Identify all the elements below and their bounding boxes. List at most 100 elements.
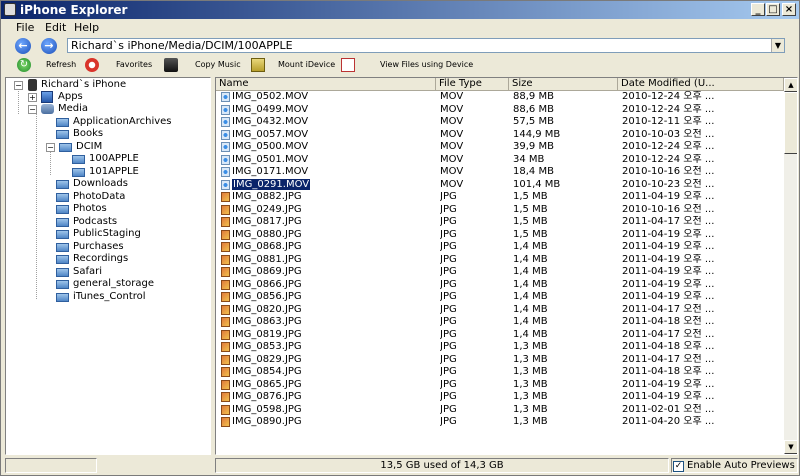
file-size: 144,9 MB bbox=[513, 128, 561, 140]
table-row[interactable]: IMG_0853.JPG JPG 1,3 MB 2011-04-18 오후 ... bbox=[216, 341, 784, 354]
scroll-thumb[interactable] bbox=[784, 92, 797, 154]
table-row[interactable]: IMG_0829.JPG JPG 1,3 MB 2011-04-17 오전 ... bbox=[216, 354, 784, 367]
table-row[interactable]: IMG_0171.MOV MOV 18,4 MB 2010-10-16 오전 ... bbox=[216, 166, 784, 179]
back-arrow-icon[interactable]: ← bbox=[15, 38, 31, 54]
menu-help[interactable]: Help bbox=[74, 21, 99, 34]
file-name: IMG_0829.JPG bbox=[232, 354, 432, 366]
view-files-label: View Files using Device bbox=[380, 60, 474, 69]
column-header-name[interactable]: Name bbox=[216, 78, 436, 91]
table-row[interactable]: IMG_0868.JPG JPG 1,4 MB 2011-04-19 오후 ... bbox=[216, 241, 784, 254]
tree-label-root: Richard`s iPhone bbox=[41, 79, 127, 90]
file-size: 101,4 MB bbox=[513, 178, 561, 190]
expand-icon[interactable]: + bbox=[28, 93, 37, 102]
tree-label: Safari bbox=[73, 266, 103, 277]
file-name: IMG_0171.MOV bbox=[232, 166, 432, 178]
file-size: 1,4 MB bbox=[513, 266, 548, 277]
table-row[interactable]: IMG_0863.JPG JPG 1,4 MB 2011-04-18 오전 ... bbox=[216, 316, 784, 329]
table-row[interactable]: IMG_0499.MOV MOV 88,6 MB 2010-12-24 오후 ... bbox=[216, 104, 784, 117]
table-row[interactable]: IMG_0890.JPG JPG 1,3 MB 2011-04-20 오후 ... bbox=[216, 416, 784, 429]
tree-label: general_storage bbox=[73, 278, 154, 289]
maximize-button[interactable]: □ bbox=[766, 3, 780, 16]
column-header-type[interactable]: File Type bbox=[436, 78, 509, 91]
file-size: 1,4 MB bbox=[513, 278, 548, 290]
table-row[interactable]: IMG_0866.JPG JPG 1,4 MB 2011-04-19 오후 ... bbox=[216, 279, 784, 292]
file-date: 2010-12-24 오후 ... bbox=[622, 91, 715, 102]
file-size: 1,4 MB bbox=[513, 291, 548, 302]
collapse-icon[interactable]: − bbox=[46, 143, 55, 152]
table-row[interactable]: IMG_0819.JPG JPG 1,4 MB 2011-04-17 오전 ... bbox=[216, 329, 784, 342]
table-row[interactable]: IMG_0432.MOV MOV 57,5 MB 2010-12-11 오후 ... bbox=[216, 116, 784, 129]
folder-icon bbox=[56, 243, 69, 252]
file-name-text: IMG_0868.JPG bbox=[232, 241, 302, 252]
file-list: Name File Type Size Date Modified (U... … bbox=[215, 77, 798, 455]
table-row[interactable]: IMG_0876.JPG JPG 1,3 MB 2011-04-19 오후 ... bbox=[216, 391, 784, 404]
file-size: 1,4 MB bbox=[513, 253, 548, 265]
auto-preview-checkbox[interactable]: ✓ bbox=[673, 461, 684, 472]
file-type: JPG bbox=[440, 378, 457, 390]
file-size: 1,5 MB bbox=[513, 203, 548, 215]
tree-line bbox=[50, 150, 51, 175]
image-file-icon bbox=[221, 242, 230, 252]
table-row[interactable]: IMG_0854.JPG JPG 1,3 MB 2011-04-18 오후 ... bbox=[216, 366, 784, 379]
collapse-icon[interactable]: − bbox=[28, 105, 37, 114]
copy-music-button[interactable]: Copy Music bbox=[164, 56, 244, 74]
table-row[interactable]: IMG_0880.JPG JPG 1,5 MB 2011-04-19 오후 ... bbox=[216, 229, 784, 242]
tree-label: ApplicationArchives bbox=[73, 116, 172, 127]
file-name: IMG_0865.JPG bbox=[232, 379, 432, 391]
column-header-size[interactable]: Size bbox=[509, 78, 618, 91]
table-row[interactable]: IMG_0882.JPG JPG 1,5 MB 2011-04-19 오후 ... bbox=[216, 191, 784, 204]
file-date: 2011-02-01 오전 ... bbox=[622, 403, 715, 415]
file-date: 2011-04-19 오후 ... bbox=[622, 228, 715, 240]
video-file-icon bbox=[221, 142, 230, 152]
menu-edit[interactable]: Edit bbox=[45, 21, 66, 34]
favorites-button[interactable]: Favorites bbox=[85, 56, 153, 74]
close-button[interactable]: × bbox=[782, 3, 796, 16]
table-row[interactable]: IMG_0856.JPG JPG 1,4 MB 2011-04-19 오후 ... bbox=[216, 291, 784, 304]
table-row[interactable]: IMG_0869.JPG JPG 1,4 MB 2011-04-19 오후 ... bbox=[216, 266, 784, 279]
title-bar[interactable]: iPhone Explorer _ □ × bbox=[1, 1, 799, 19]
table-row[interactable]: IMG_0598.JPG JPG 1,3 MB 2011-02-01 오전 ... bbox=[216, 404, 784, 417]
collapse-icon[interactable]: − bbox=[14, 81, 23, 90]
column-header-date[interactable]: Date Modified (U... bbox=[618, 78, 784, 91]
file-name-text: IMG_0291.MOV bbox=[232, 178, 311, 190]
chevron-down-icon[interactable]: ▼ bbox=[771, 39, 784, 52]
table-row[interactable]: IMG_0249.JPG JPG 1,5 MB 2010-10-16 오전 ... bbox=[216, 204, 784, 217]
tree-label: PhotoData bbox=[73, 191, 126, 202]
iphone-icon bbox=[28, 79, 37, 91]
tree-label: Downloads bbox=[73, 178, 128, 189]
file-name: IMG_0057.MOV bbox=[232, 129, 432, 141]
table-row[interactable]: IMG_0057.MOV MOV 144,9 MB 2010-10-03 오전 ... bbox=[216, 129, 784, 142]
file-size: 1,4 MB bbox=[513, 241, 548, 252]
forward-arrow-icon[interactable]: → bbox=[41, 38, 57, 54]
view-files-button[interactable]: View Files using Device bbox=[341, 56, 474, 74]
table-row[interactable]: IMG_0500.MOV MOV 39,9 MB 2010-12-24 오후 ... bbox=[216, 141, 784, 154]
table-row[interactable]: IMG_0820.JPG JPG 1,4 MB 2011-04-17 오전 ... bbox=[216, 304, 784, 317]
table-row[interactable]: IMG_0501.MOV MOV 34 MB 2010-12-24 오후 ... bbox=[216, 154, 784, 167]
table-row[interactable]: IMG_0865.JPG JPG 1,3 MB 2011-04-19 오후 ... bbox=[216, 379, 784, 392]
scroll-down-icon[interactable]: ▼ bbox=[784, 440, 797, 454]
table-row[interactable]: IMG_0817.JPG JPG 1,5 MB 2011-04-17 오전 ... bbox=[216, 216, 784, 229]
scroll-up-icon[interactable]: ▲ bbox=[784, 78, 797, 92]
file-name-text: IMG_0057.MOV bbox=[232, 128, 309, 140]
table-row[interactable]: IMG_0291.MOV MOV 101,4 MB 2010-10-23 오전 ... bbox=[216, 178, 784, 192]
file-size: 39,9 MB bbox=[513, 141, 554, 152]
table-row[interactable]: IMG_0502.MOV MOV 88,9 MB 2010-12-24 오후 ... bbox=[216, 91, 784, 104]
path-input[interactable]: Richard`s iPhone/Media/DCIM/100APPLE ▼ bbox=[67, 38, 785, 53]
refresh-button[interactable]: ↻ Refresh bbox=[17, 56, 77, 74]
file-type: JPG bbox=[440, 328, 457, 340]
window-title: iPhone Explorer bbox=[20, 3, 128, 17]
folder-icon bbox=[56, 193, 69, 202]
minimize-button[interactable]: _ bbox=[751, 3, 765, 16]
file-name-text: IMG_0171.MOV bbox=[232, 166, 309, 177]
file-type: JPG bbox=[440, 353, 457, 365]
mount-idevice-button[interactable]: Mount iDevice bbox=[251, 56, 335, 74]
favorites-label: Favorites bbox=[116, 60, 153, 69]
file-name: IMG_0432.MOV bbox=[232, 116, 432, 128]
menu-file[interactable]: File bbox=[16, 21, 34, 34]
apps-icon bbox=[41, 91, 53, 103]
table-row[interactable]: IMG_0881.JPG JPG 1,4 MB 2011-04-19 오후 ... bbox=[216, 254, 784, 267]
file-size: 1,3 MB bbox=[513, 353, 548, 365]
vertical-scrollbar[interactable]: ▲ ▼ bbox=[784, 78, 797, 454]
file-name: IMG_0598.JPG bbox=[232, 404, 432, 416]
file-size: 1,4 MB bbox=[513, 303, 548, 315]
